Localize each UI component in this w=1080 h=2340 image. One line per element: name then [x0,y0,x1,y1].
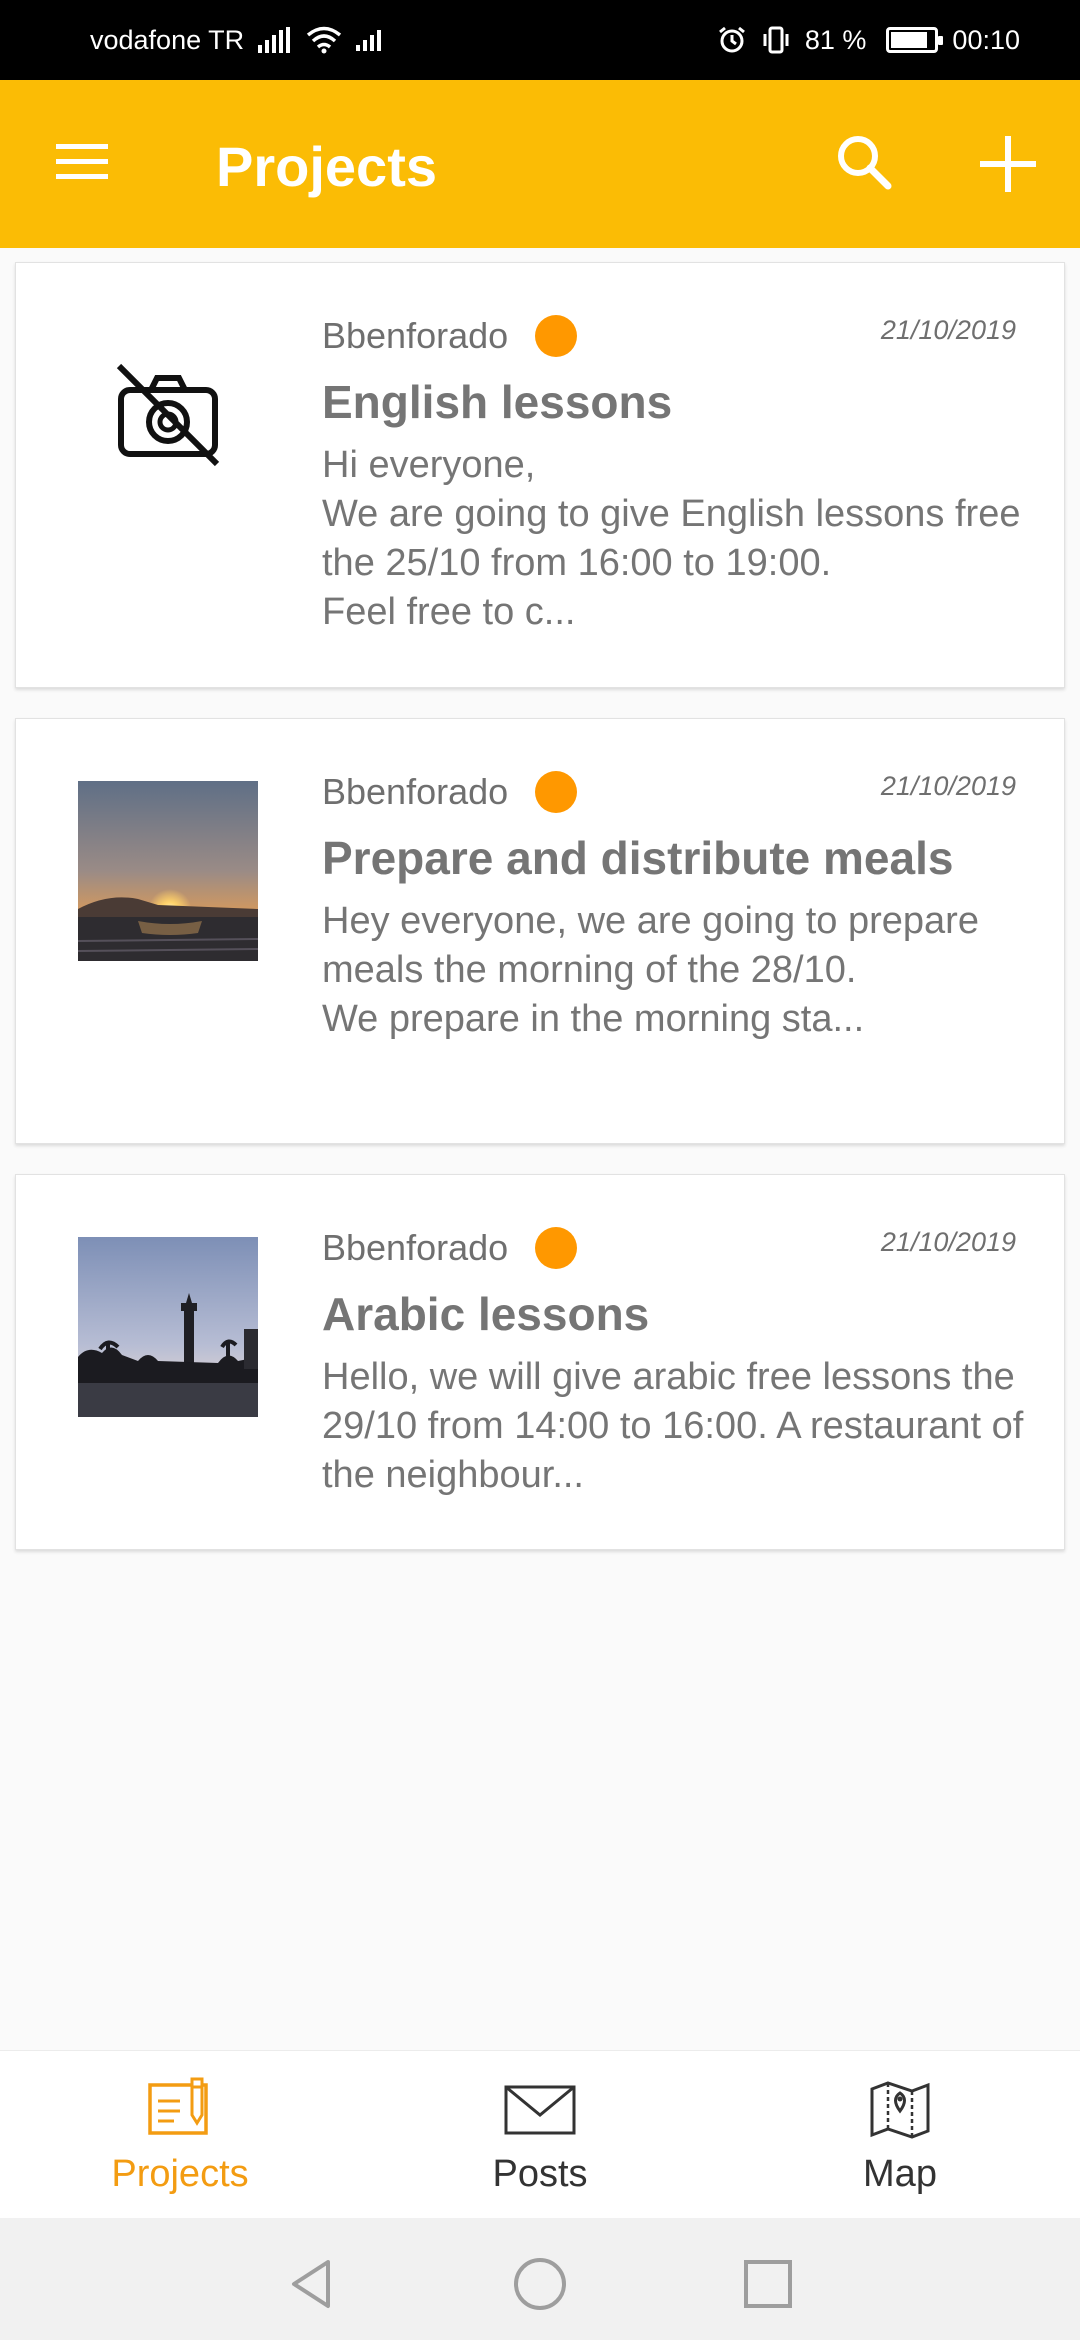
menu-icon [56,144,108,179]
status-dot [535,315,577,357]
back-icon [292,2260,330,2308]
status-bar-left: vodafone TR [90,25,384,56]
sunset-photo [78,781,258,961]
system-navigation-bar [0,2218,1080,2340]
status-dot [535,1227,577,1269]
battery-percent: 81 % [804,24,867,55]
page-title: Projects [216,135,437,198]
signal-icon [258,27,292,53]
project-date: 21/10/2019 [880,1227,1016,1257]
project-card[interactable]: Bbenforado 21/10/2019 Arabic lessons Hel… [15,1174,1065,1550]
search-button[interactable] [832,130,896,194]
project-title: Prepare and distribute meals [322,832,954,884]
alarm-icon [717,25,747,55]
nav-map-label: Map [863,2153,937,2195]
nav-projects[interactable]: Projects [0,2051,360,2218]
status-bar-right: 81 % 00:10 [717,25,1020,56]
home-icon [514,2258,566,2310]
app-screen: vodafone TR 81 % 00:10 Projects Bbenfora… [0,0,1080,2340]
project-thumbnail [78,325,258,505]
battery-icon [886,27,944,53]
project-title: Arabic lessons [322,1288,650,1340]
status-dot [535,771,577,813]
project-date: 21/10/2019 [880,771,1016,801]
bottom-navigation: Projects Posts Map [0,2050,1080,2218]
nav-posts[interactable]: Posts [360,2051,720,2218]
mail-icon [504,2085,576,2135]
recents-button[interactable] [738,2254,798,2314]
search-icon [838,136,892,190]
battery-level [891,32,928,48]
project-thumbnail [78,1237,258,1417]
clock: 00:10 [952,24,1020,55]
project-excerpt: Hi everyone, We are going to give Englis… [322,444,1021,633]
nav-projects-label: Projects [111,2153,249,2195]
map-icon [870,2081,930,2139]
home-button[interactable] [510,2254,570,2314]
app-bar: Projects [0,80,1080,248]
status-bar: vodafone TR 81 % 00:10 [0,0,1080,80]
recents-icon [744,2260,792,2308]
nav-posts-label: Posts [492,2153,588,2195]
clock-tower-photo [78,1237,258,1417]
project-author: Bbenforado [322,1227,509,1268]
menu-button[interactable] [52,138,112,186]
project-title: English lessons [322,376,673,428]
project-excerpt: Hey everyone, we are going to prepare me… [322,900,979,1040]
carrier-name: vodafone TR [90,24,245,55]
project-card[interactable]: Bbenforado 21/10/2019 English lessons Hi… [15,262,1065,688]
project-author: Bbenforado [322,771,509,812]
add-icon [980,136,1036,192]
project-thumbnail [78,781,258,961]
project-date: 21/10/2019 [880,315,1016,345]
add-project-button[interactable] [976,132,1040,196]
nav-map[interactable]: Map [720,2051,1080,2218]
no-photo-icon [116,363,220,467]
data-icon [356,29,384,51]
projects-icon [148,2077,208,2135]
wifi-icon [306,26,342,54]
project-card[interactable]: Bbenforado 21/10/2019 Prepare and distri… [15,718,1065,1144]
vibrate-icon [761,25,791,55]
project-excerpt: Hello, we will give arabic free lessons … [322,1356,1024,1496]
project-author: Bbenforado [322,315,509,356]
back-button[interactable] [282,2254,342,2314]
